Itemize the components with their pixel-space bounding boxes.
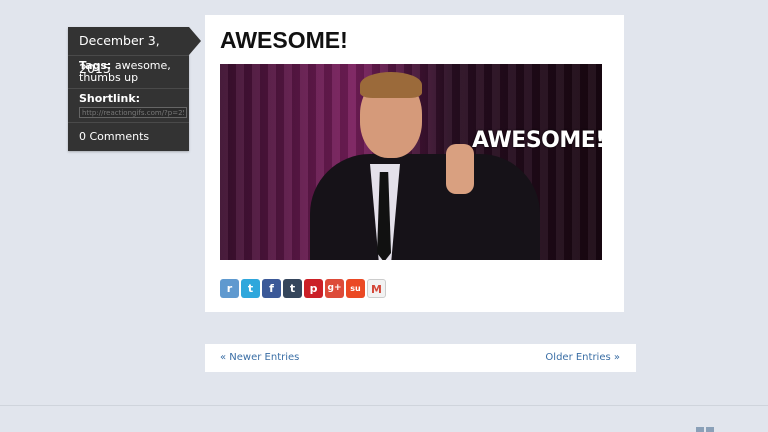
image-caption: AWESOME!: [472, 128, 602, 153]
google-plus-icon[interactable]: g+: [325, 279, 344, 298]
pagination-bar: « Newer Entries Older Entries »: [205, 344, 636, 372]
twitter-icon[interactable]: t: [241, 279, 260, 298]
footer-icon-1[interactable]: [696, 427, 704, 432]
facebook-icon[interactable]: f: [262, 279, 281, 298]
shortlink: Shortlink:: [68, 89, 189, 123]
thumbs-up-icon: [446, 144, 474, 194]
comments-link[interactable]: 0 Comments: [68, 123, 189, 151]
gmail-icon[interactable]: M: [367, 279, 386, 298]
shortlink-field[interactable]: [79, 107, 187, 118]
older-entries-link[interactable]: Older Entries »: [545, 352, 620, 363]
post-card: AWESOME! AWESOME! r t f t p g+ su M: [205, 15, 624, 312]
share-bar: r t f t p g+ su M: [220, 279, 386, 298]
footer-divider: [0, 405, 768, 406]
stumbleupon-icon[interactable]: su: [346, 279, 365, 298]
post-meta-panel: December 3, 2015 Tags: awesome, thumbs u…: [68, 27, 201, 151]
footer-icon-2[interactable]: [706, 427, 714, 432]
post-image: AWESOME!: [220, 64, 602, 260]
footer-icons: [696, 427, 714, 432]
post-title[interactable]: AWESOME!: [220, 27, 348, 54]
post-date: December 3, 2015: [68, 27, 201, 76]
tumblr-icon[interactable]: t: [283, 279, 302, 298]
pinterest-icon[interactable]: p: [304, 279, 323, 298]
reddit-icon[interactable]: r: [220, 279, 239, 298]
shortlink-label: Shortlink:: [79, 92, 141, 105]
newer-entries-link[interactable]: « Newer Entries: [220, 352, 299, 363]
